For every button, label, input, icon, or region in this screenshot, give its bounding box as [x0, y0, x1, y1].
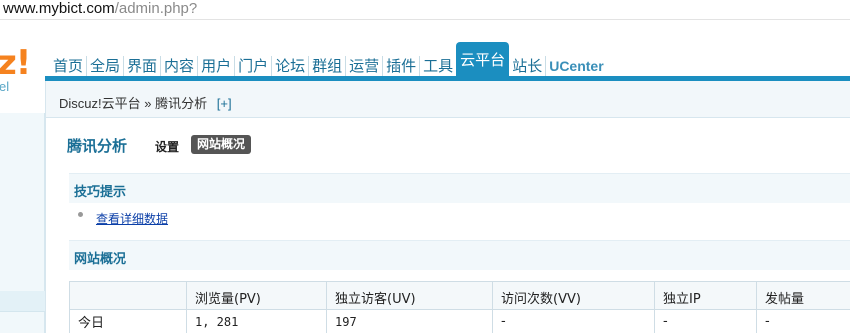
- address-bar[interactable]: www.mybict.com/admin.php?: [0, 0, 850, 20]
- side-menu-item[interactable]: [0, 291, 45, 311]
- nav-tab-global[interactable]: 全局: [86, 56, 123, 76]
- nav-tab-portal[interactable]: 门户: [234, 56, 271, 76]
- nav-tab-ucenter[interactable]: UCenter: [545, 56, 606, 76]
- side-menu-divider: [0, 311, 45, 312]
- pv-cell: 1, 281: [186, 309, 327, 333]
- side-menu-panel: [0, 113, 45, 333]
- view-details-link[interactable]: 查看详细数据: [96, 210, 168, 227]
- tips-heading: 技巧提示: [74, 185, 127, 200]
- page-title: 腾讯分析: [67, 137, 128, 155]
- uv-cell: 197: [326, 309, 493, 333]
- nav-tab-cloud[interactable]: 云平台: [456, 42, 510, 76]
- nav-tab-content[interactable]: 内容: [160, 56, 197, 76]
- nav-tab-home[interactable]: 首页: [50, 56, 86, 76]
- breadcrumb-separator: »: [144, 96, 152, 111]
- column-header: [69, 281, 187, 310]
- ip-cell: -: [654, 309, 757, 333]
- nav-tab-plugin[interactable]: 插件: [382, 56, 419, 76]
- nav-tab-user[interactable]: 用户: [197, 56, 234, 76]
- url-host: www.mybict.com: [3, 0, 115, 17]
- nav-tab-group[interactable]: 群组: [308, 56, 345, 76]
- bullet-icon: [78, 212, 83, 217]
- row-label: 今日: [69, 309, 187, 333]
- column-header: 浏览量(PV): [186, 281, 327, 310]
- tips-header: 技巧提示: [69, 173, 850, 203]
- breadcrumb-current: 腾讯分析: [155, 96, 208, 111]
- left-sidebar: z! el: [0, 21, 45, 333]
- nav-tab-founder[interactable]: 站长: [509, 56, 545, 76]
- column-header: 独立IP: [654, 281, 757, 310]
- column-header: 独立访客(UV): [326, 281, 493, 310]
- overview-table: 浏览量(PV) 独立访客(UV) 访问次数(VV) 独立IP 发帖量 今日 1,…: [69, 281, 850, 333]
- main-content: 腾讯分析 设置 网站概况 技巧提示 查看详细数据 网站概况 浏览量(PV) 独立…: [45, 118, 850, 333]
- url-path: /admin.php?: [114, 0, 198, 17]
- table-header-row: 浏览量(PV) 独立访客(UV) 访问次数(VV) 独立IP 发帖量: [69, 281, 850, 310]
- top-nav: 首页 全局 界面 内容 用户 门户 论坛 群组 运营 插件 工具 云平台 站长 …: [45, 21, 850, 81]
- nav-tab-forum[interactable]: 论坛: [271, 56, 308, 76]
- column-header: 访问次数(VV): [492, 281, 655, 310]
- nav-tab-tools[interactable]: 工具: [419, 56, 456, 76]
- column-header: 发帖量: [756, 281, 850, 310]
- breadcrumb-bar: Discuz!云平台 » 腾讯分析 [+]: [45, 81, 850, 118]
- nav-tab-operation[interactable]: 运营: [345, 56, 382, 76]
- tab-site-overview[interactable]: 网站概况: [191, 135, 252, 154]
- breadcrumb: Discuz!云平台 » 腾讯分析 [+]: [59, 93, 232, 112]
- logo-subtitle: el: [0, 79, 10, 94]
- overview-heading: 网站概况: [74, 252, 127, 267]
- logo-mark: z!: [0, 43, 31, 83]
- overview-header: 网站概况: [69, 240, 850, 270]
- tab-settings[interactable]: 设置: [155, 138, 179, 155]
- breadcrumb-root[interactable]: Discuz!云平台: [59, 96, 141, 111]
- posts-cell: -: [756, 309, 850, 333]
- vv-cell: -: [492, 309, 655, 333]
- logo[interactable]: z! el: [0, 21, 45, 113]
- nav-tabs: 首页 全局 界面 内容 用户 门户 论坛 群组 运营 插件 工具 云平台 站长 …: [50, 42, 607, 76]
- add-shortcut-button[interactable]: [+]: [217, 96, 232, 111]
- table-row: 今日 1, 281 197 - - -: [69, 309, 850, 333]
- nav-tab-style[interactable]: 界面: [123, 56, 160, 76]
